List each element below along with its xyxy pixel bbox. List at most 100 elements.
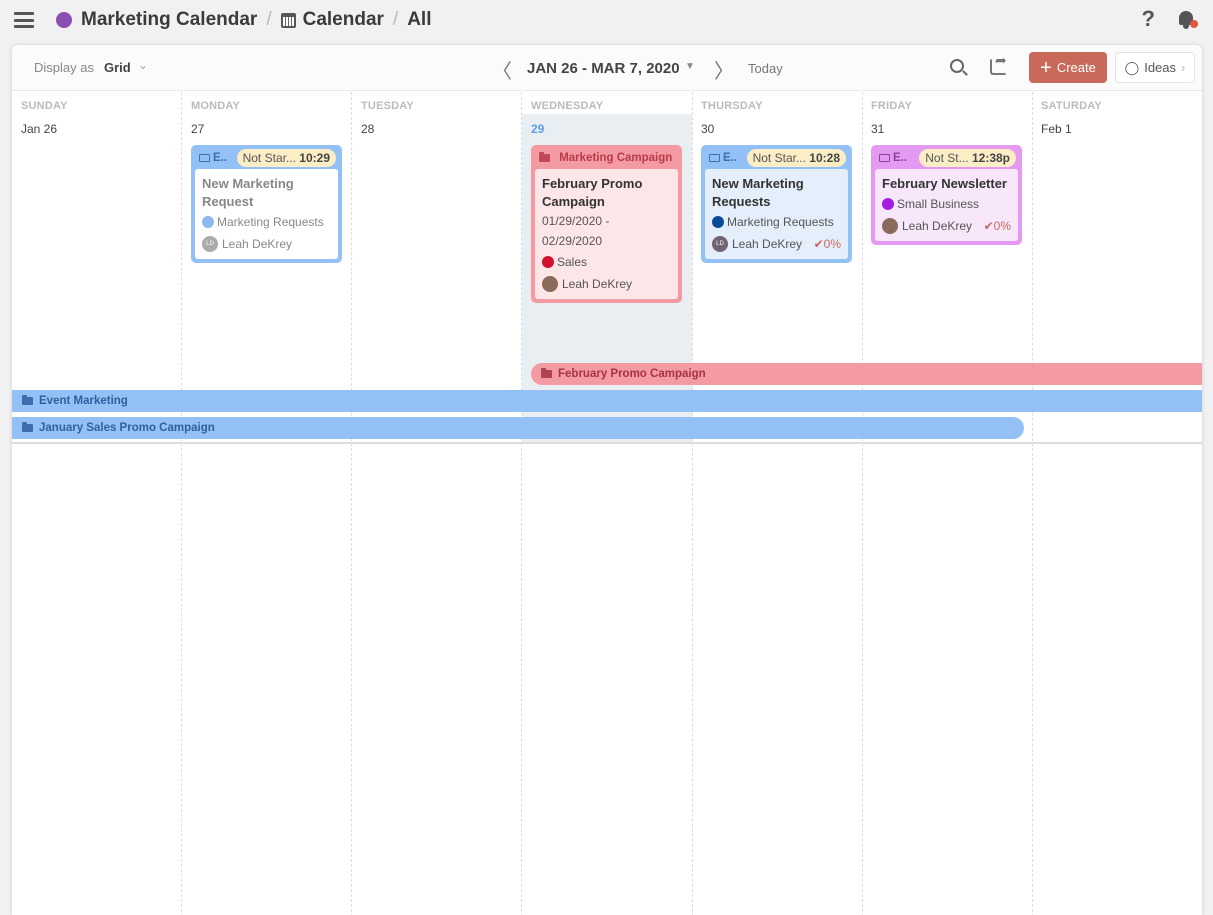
- breadcrumb-all[interactable]: All: [407, 9, 431, 31]
- day-header-friday: FRIDAY: [871, 100, 913, 112]
- email-icon: [199, 154, 210, 162]
- card-assignee: Leah DeKrey: [732, 237, 803, 251]
- date-label[interactable]: 28: [361, 122, 374, 136]
- card-title: New Marketing Request: [202, 176, 294, 209]
- date-label[interactable]: 27: [191, 122, 204, 136]
- campaign-bar-label: Event Marketing: [39, 395, 128, 407]
- calendar-color-icon: [56, 12, 72, 28]
- category-dot: [712, 216, 724, 228]
- date-range-selector[interactable]: JAN 26 - MAR 7, 2020: [527, 60, 680, 77]
- date-label[interactable]: 30: [701, 122, 714, 136]
- breadcrumb-marketing-calendar[interactable]: Marketing Calendar: [81, 9, 257, 31]
- calendar-toolbar: Display as Grid ⌄ 〈 JAN 26 - MAR 7, 2020…: [12, 45, 1202, 91]
- card-title: February Newsletter: [882, 176, 1007, 191]
- card-category: Small Business: [897, 197, 980, 211]
- breadcrumb-calendar[interactable]: Calendar: [303, 9, 384, 31]
- date-label[interactable]: 31: [871, 122, 884, 136]
- progress-check: ✔0%: [813, 237, 841, 251]
- plus-icon: +: [1040, 56, 1052, 79]
- card-dates-end: 02/29/2020: [542, 234, 603, 248]
- category-dot: [542, 256, 554, 268]
- menu-icon[interactable]: [14, 12, 34, 28]
- folder-icon: [539, 152, 550, 162]
- ideas-button[interactable]: ◯ Ideas ›: [1115, 52, 1195, 83]
- column-divider: [521, 92, 522, 915]
- column-divider: [1032, 92, 1033, 915]
- create-label: Create: [1056, 60, 1096, 75]
- notification-badge: [1190, 20, 1198, 28]
- campaign-bar[interactable]: February Promo Campaign: [531, 363, 1202, 385]
- chevron-down-icon[interactable]: ⌄: [138, 58, 148, 72]
- next-period-button[interactable]: 〉: [714, 55, 734, 84]
- caret-down-icon[interactable]: ▼: [685, 61, 695, 72]
- card-assignee: Leah DeKrey: [562, 277, 633, 291]
- card-type: E..: [893, 152, 908, 164]
- card-assignee: Leah DeKrey: [902, 219, 973, 233]
- column-divider: [692, 92, 693, 915]
- share-icon[interactable]: [990, 52, 1007, 75]
- card-category: Sales: [557, 255, 588, 269]
- day-header-sunday: SUNDAY: [21, 100, 68, 112]
- breadcrumb-separator: /: [392, 9, 399, 30]
- email-icon: [709, 154, 720, 162]
- category-dot: [882, 198, 894, 210]
- avatar: [542, 276, 558, 292]
- card-dates-start: 01/29/2020 -: [542, 214, 610, 228]
- day-header-wednesday: WEDNESDAY: [531, 100, 604, 112]
- search-icon[interactable]: [950, 59, 964, 73]
- card-type: Marketing Campaign: [559, 152, 673, 164]
- day-header-thursday: THURSDAY: [701, 100, 763, 112]
- folder-icon: [541, 368, 552, 378]
- card-category: Marketing Requests: [727, 215, 834, 229]
- day-header-saturday: SATURDAY: [1041, 100, 1102, 112]
- campaign-bar[interactable]: Event Marketing: [12, 390, 1202, 412]
- card-category: Marketing Requests: [217, 215, 324, 229]
- column-divider: [862, 92, 863, 915]
- campaign-bar-label: January Sales Promo Campaign: [39, 422, 215, 434]
- campaign-bar[interactable]: January Sales Promo Campaign: [12, 417, 1024, 439]
- previous-period-button[interactable]: 〈: [492, 55, 512, 84]
- week-divider: [12, 442, 1202, 444]
- display-as-label: Display as: [34, 60, 94, 75]
- calendar-panel: Display as Grid ⌄ 〈 JAN 26 - MAR 7, 2020…: [12, 45, 1202, 915]
- folder-icon: [22, 422, 33, 432]
- card-title: New Marketing Requests: [712, 176, 804, 209]
- date-label-today[interactable]: 29: [531, 122, 544, 136]
- column-divider: [181, 92, 182, 915]
- status-pill: Not St... 12:38p: [919, 149, 1016, 167]
- column-divider: [351, 92, 352, 915]
- card-type: E..: [723, 152, 738, 164]
- card-type: E..: [213, 152, 228, 164]
- avatar: LD: [202, 236, 218, 252]
- top-bar: Marketing Calendar / Calendar / All ?: [0, 0, 1213, 40]
- date-label[interactable]: Jan 26: [21, 122, 57, 136]
- breadcrumb-separator: /: [266, 9, 272, 30]
- status-pill: Not Star... 10:29: [236, 149, 336, 167]
- ideas-label: Ideas: [1144, 60, 1177, 75]
- content-card[interactable]: Marketing Campaign February Promo Campai…: [531, 145, 682, 303]
- date-label[interactable]: Feb 1: [1041, 122, 1072, 136]
- help-icon[interactable]: ?: [1142, 6, 1155, 32]
- calendar-icon: [280, 12, 296, 28]
- folder-icon: [22, 395, 33, 405]
- notification-bell-icon[interactable]: [1177, 8, 1198, 30]
- card-title: February Promo Campaign: [542, 176, 643, 209]
- card-assignee: Leah DeKrey: [222, 237, 293, 251]
- display-as-select[interactable]: Grid: [104, 60, 131, 75]
- avatar: [882, 218, 898, 234]
- category-dot: [202, 216, 214, 228]
- calendar-grid: SUNDAY MONDAY TUESDAY WEDNESDAY THURSDAY…: [12, 92, 1202, 915]
- campaign-bar-label: February Promo Campaign: [558, 368, 706, 380]
- content-card[interactable]: E.. Not Star... 10:29 New Marketing Reque…: [191, 145, 342, 263]
- avatar: LD: [712, 236, 728, 252]
- content-card[interactable]: E.. Not Star... 10:28 New Marketing Reque…: [701, 145, 852, 263]
- breadcrumb: Marketing Calendar / Calendar / All: [56, 9, 431, 31]
- chevron-right-icon: ›: [1181, 60, 1186, 75]
- day-header-tuesday: TUESDAY: [361, 100, 414, 112]
- create-button[interactable]: + Create: [1029, 52, 1107, 83]
- email-icon: [879, 154, 890, 162]
- today-button[interactable]: Today: [748, 61, 783, 76]
- progress-check: ✔0%: [983, 219, 1011, 233]
- content-card[interactable]: E.. Not St... 12:38p February Newsletter …: [871, 145, 1022, 245]
- status-pill: Not Star... 10:28: [746, 149, 846, 167]
